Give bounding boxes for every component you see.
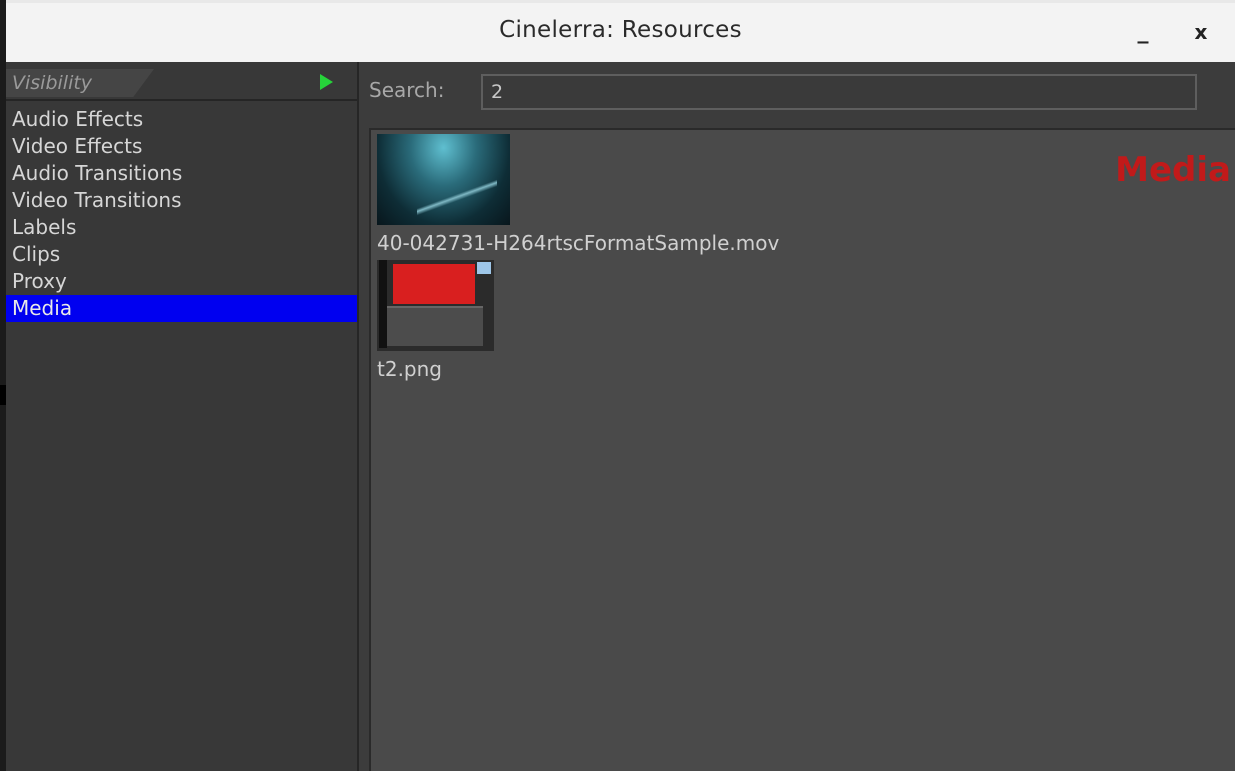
divider xyxy=(6,99,357,101)
close-icon[interactable]: x xyxy=(1184,15,1218,49)
image-thumbnail[interactable] xyxy=(377,260,494,351)
folder-item-video-effects[interactable]: Video Effects xyxy=(6,133,357,160)
visibility-header: Visibility xyxy=(6,66,357,100)
media-browser[interactable]: Media 40-042731-H264rtscFormatSample.mov… xyxy=(369,128,1235,771)
folder-title: Media xyxy=(1115,150,1231,190)
window-title: Cinelerra: Resources xyxy=(499,17,742,43)
asset-item[interactable]: 40-042731-H264rtscFormatSample.mov xyxy=(377,134,779,255)
video-thumbnail[interactable] xyxy=(377,134,510,225)
folder-item-proxy[interactable]: Proxy xyxy=(6,268,357,295)
folder-item-video-transitions[interactable]: Video Transitions xyxy=(6,187,357,214)
asset-item[interactable]: t2.png xyxy=(377,260,494,381)
visibility-label: Visibility xyxy=(12,72,93,94)
asset-name: t2.png xyxy=(377,357,442,381)
minimize-icon[interactable]: _ xyxy=(1126,15,1160,49)
search-label: Search: xyxy=(369,78,445,102)
search-row: Search: xyxy=(357,62,1235,128)
play-icon[interactable] xyxy=(320,74,333,90)
folder-item-audio-effects[interactable]: Audio Effects xyxy=(6,106,357,133)
folder-item-media[interactable]: Media xyxy=(6,295,357,322)
title-bar[interactable]: Cinelerra: Resources _ x xyxy=(6,0,1235,62)
folder-item-clips[interactable]: Clips xyxy=(6,241,357,268)
folder-item-labels[interactable]: Labels xyxy=(6,214,357,241)
resources-window: Cinelerra: Resources _ x Visibility Audi… xyxy=(6,0,1235,771)
folder-list: Audio Effects Video Effects Audio Transi… xyxy=(6,106,357,322)
folder-sidebar: Visibility Audio Effects Video Effects A… xyxy=(6,62,359,771)
folder-item-audio-transitions[interactable]: Audio Transitions xyxy=(6,160,357,187)
search-input[interactable] xyxy=(481,74,1197,110)
asset-name: 40-042731-H264rtscFormatSample.mov xyxy=(377,231,780,255)
